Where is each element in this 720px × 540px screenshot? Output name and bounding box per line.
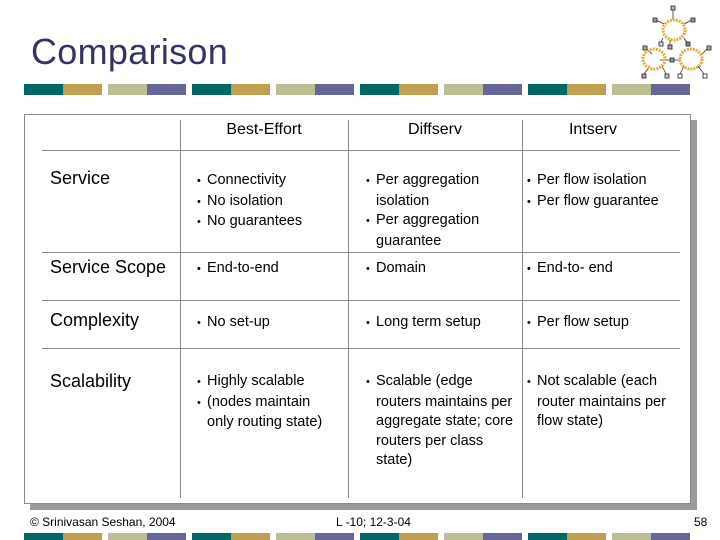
- cell-bullet-item: Not scalable (each router maintains per …: [527, 372, 669, 432]
- cell-bullet-item: No isolation: [197, 192, 357, 213]
- color-bar-segment: [231, 533, 270, 540]
- color-bar-segment: [63, 533, 102, 540]
- network-rings-icon: [641, 5, 712, 79]
- color-bar-segment: [444, 533, 483, 540]
- table-cell: End-to-end: [197, 259, 357, 280]
- table-shadow-bottom: [30, 503, 697, 510]
- decorative-color-bar-top: [24, 84, 690, 95]
- cell-bullet-item: Connectivity: [197, 171, 357, 192]
- cell-bullet-item: Per aggregation isolation: [366, 171, 516, 211]
- footer-copyright: © Srinivasan Seshan, 2004: [30, 515, 176, 529]
- color-bar-segment: [651, 84, 690, 95]
- color-bar-segment: [612, 533, 651, 540]
- color-bar-segment: [276, 84, 315, 95]
- color-bar-segment: [315, 84, 354, 95]
- decorative-color-bar-bottom: [24, 533, 690, 540]
- cell-bullet-item: Scalable (edge routers maintains per agg…: [366, 372, 516, 471]
- column-divider: [522, 120, 523, 498]
- color-bar-segment: [24, 84, 63, 95]
- color-bar-segment: [315, 533, 354, 540]
- column-header-diffserv: Diffserv: [408, 121, 462, 138]
- color-bar-segment: [399, 533, 438, 540]
- cell-bullet-item: Domain: [366, 259, 516, 280]
- page-number: 58: [694, 515, 708, 529]
- column-divider: [180, 120, 181, 498]
- color-bar-segment: [192, 533, 231, 540]
- table-cell: Highly scalable(nodes maintain only rout…: [197, 372, 337, 433]
- color-bar-segment: [108, 84, 147, 95]
- color-bar-segment: [483, 533, 522, 540]
- cell-bullet-item: End-to- end: [527, 259, 687, 280]
- cell-bullet-item: Per flow guarantee: [527, 192, 687, 213]
- color-bar-segment: [651, 533, 690, 540]
- color-bar-segment: [399, 84, 438, 95]
- cell-bullet-item: Per aggregation guarantee: [366, 211, 516, 251]
- column-header-intserv: Intserv: [568, 121, 617, 138]
- table-cell: Per flow setup: [527, 313, 687, 334]
- color-bar-segment: [444, 84, 483, 95]
- row-divider: [42, 348, 680, 349]
- color-bar-segment: [360, 84, 399, 95]
- color-bar-segment: [108, 533, 147, 540]
- table-cell: Scalable (edge routers maintains per agg…: [366, 372, 516, 471]
- color-bar-segment: [612, 84, 651, 95]
- table-cell: Per flow isolationPer flow guarantee: [527, 171, 687, 212]
- table-cell: End-to- end: [527, 259, 687, 280]
- cell-bullet-item: Long term setup: [366, 313, 516, 334]
- cell-bullet-item: Highly scalable: [197, 372, 337, 393]
- color-bar-segment: [567, 533, 606, 540]
- table-cell: Long term setup: [366, 313, 516, 334]
- color-bar-segment: [276, 533, 315, 540]
- cell-bullet-item: Per flow isolation: [527, 171, 687, 192]
- row-header-service: Service: [50, 168, 111, 188]
- cell-bullet-item: No set-up: [197, 313, 357, 334]
- color-bar-segment: [567, 84, 606, 95]
- row-header-complexity: Complexity: [50, 310, 140, 330]
- row-divider: [42, 150, 680, 151]
- color-bar-segment: [528, 533, 567, 540]
- slide-title: Comparison: [31, 31, 229, 72]
- color-bar-segment: [483, 84, 522, 95]
- color-bar-segment: [192, 84, 231, 95]
- table-cell: Per aggregation isolationPer aggregation…: [366, 171, 516, 251]
- row-divider: [42, 252, 680, 253]
- table-cell: ConnectivityNo isolationNo guarantees: [197, 171, 357, 233]
- table-cell: Not scalable (each router maintains per …: [527, 372, 669, 432]
- column-header-best-effort: Best-Effort: [226, 121, 302, 138]
- color-bar-segment: [147, 84, 186, 95]
- footer-lecture-date: L -10; 12-3-04: [336, 515, 411, 529]
- row-divider: [42, 300, 680, 301]
- color-bar-segment: [360, 533, 399, 540]
- color-bar-segment: [231, 84, 270, 95]
- color-bar-segment: [147, 533, 186, 540]
- table-cell: No set-up: [197, 313, 357, 334]
- color-bar-segment: [63, 84, 102, 95]
- row-header-scalability: Scalability: [50, 371, 132, 391]
- cell-bullet-item: (nodes maintain only routing state): [197, 393, 337, 433]
- cell-bullet-item: Per flow setup: [527, 313, 687, 334]
- row-header-service-scope: Service Scope: [50, 257, 167, 277]
- table-cell: Domain: [366, 259, 516, 280]
- color-bar-segment: [528, 84, 567, 95]
- cell-bullet-item: End-to-end: [197, 259, 357, 280]
- table-shadow-right: [690, 120, 697, 510]
- cell-bullet-item: No guarantees: [197, 212, 357, 233]
- color-bar-segment: [24, 533, 63, 540]
